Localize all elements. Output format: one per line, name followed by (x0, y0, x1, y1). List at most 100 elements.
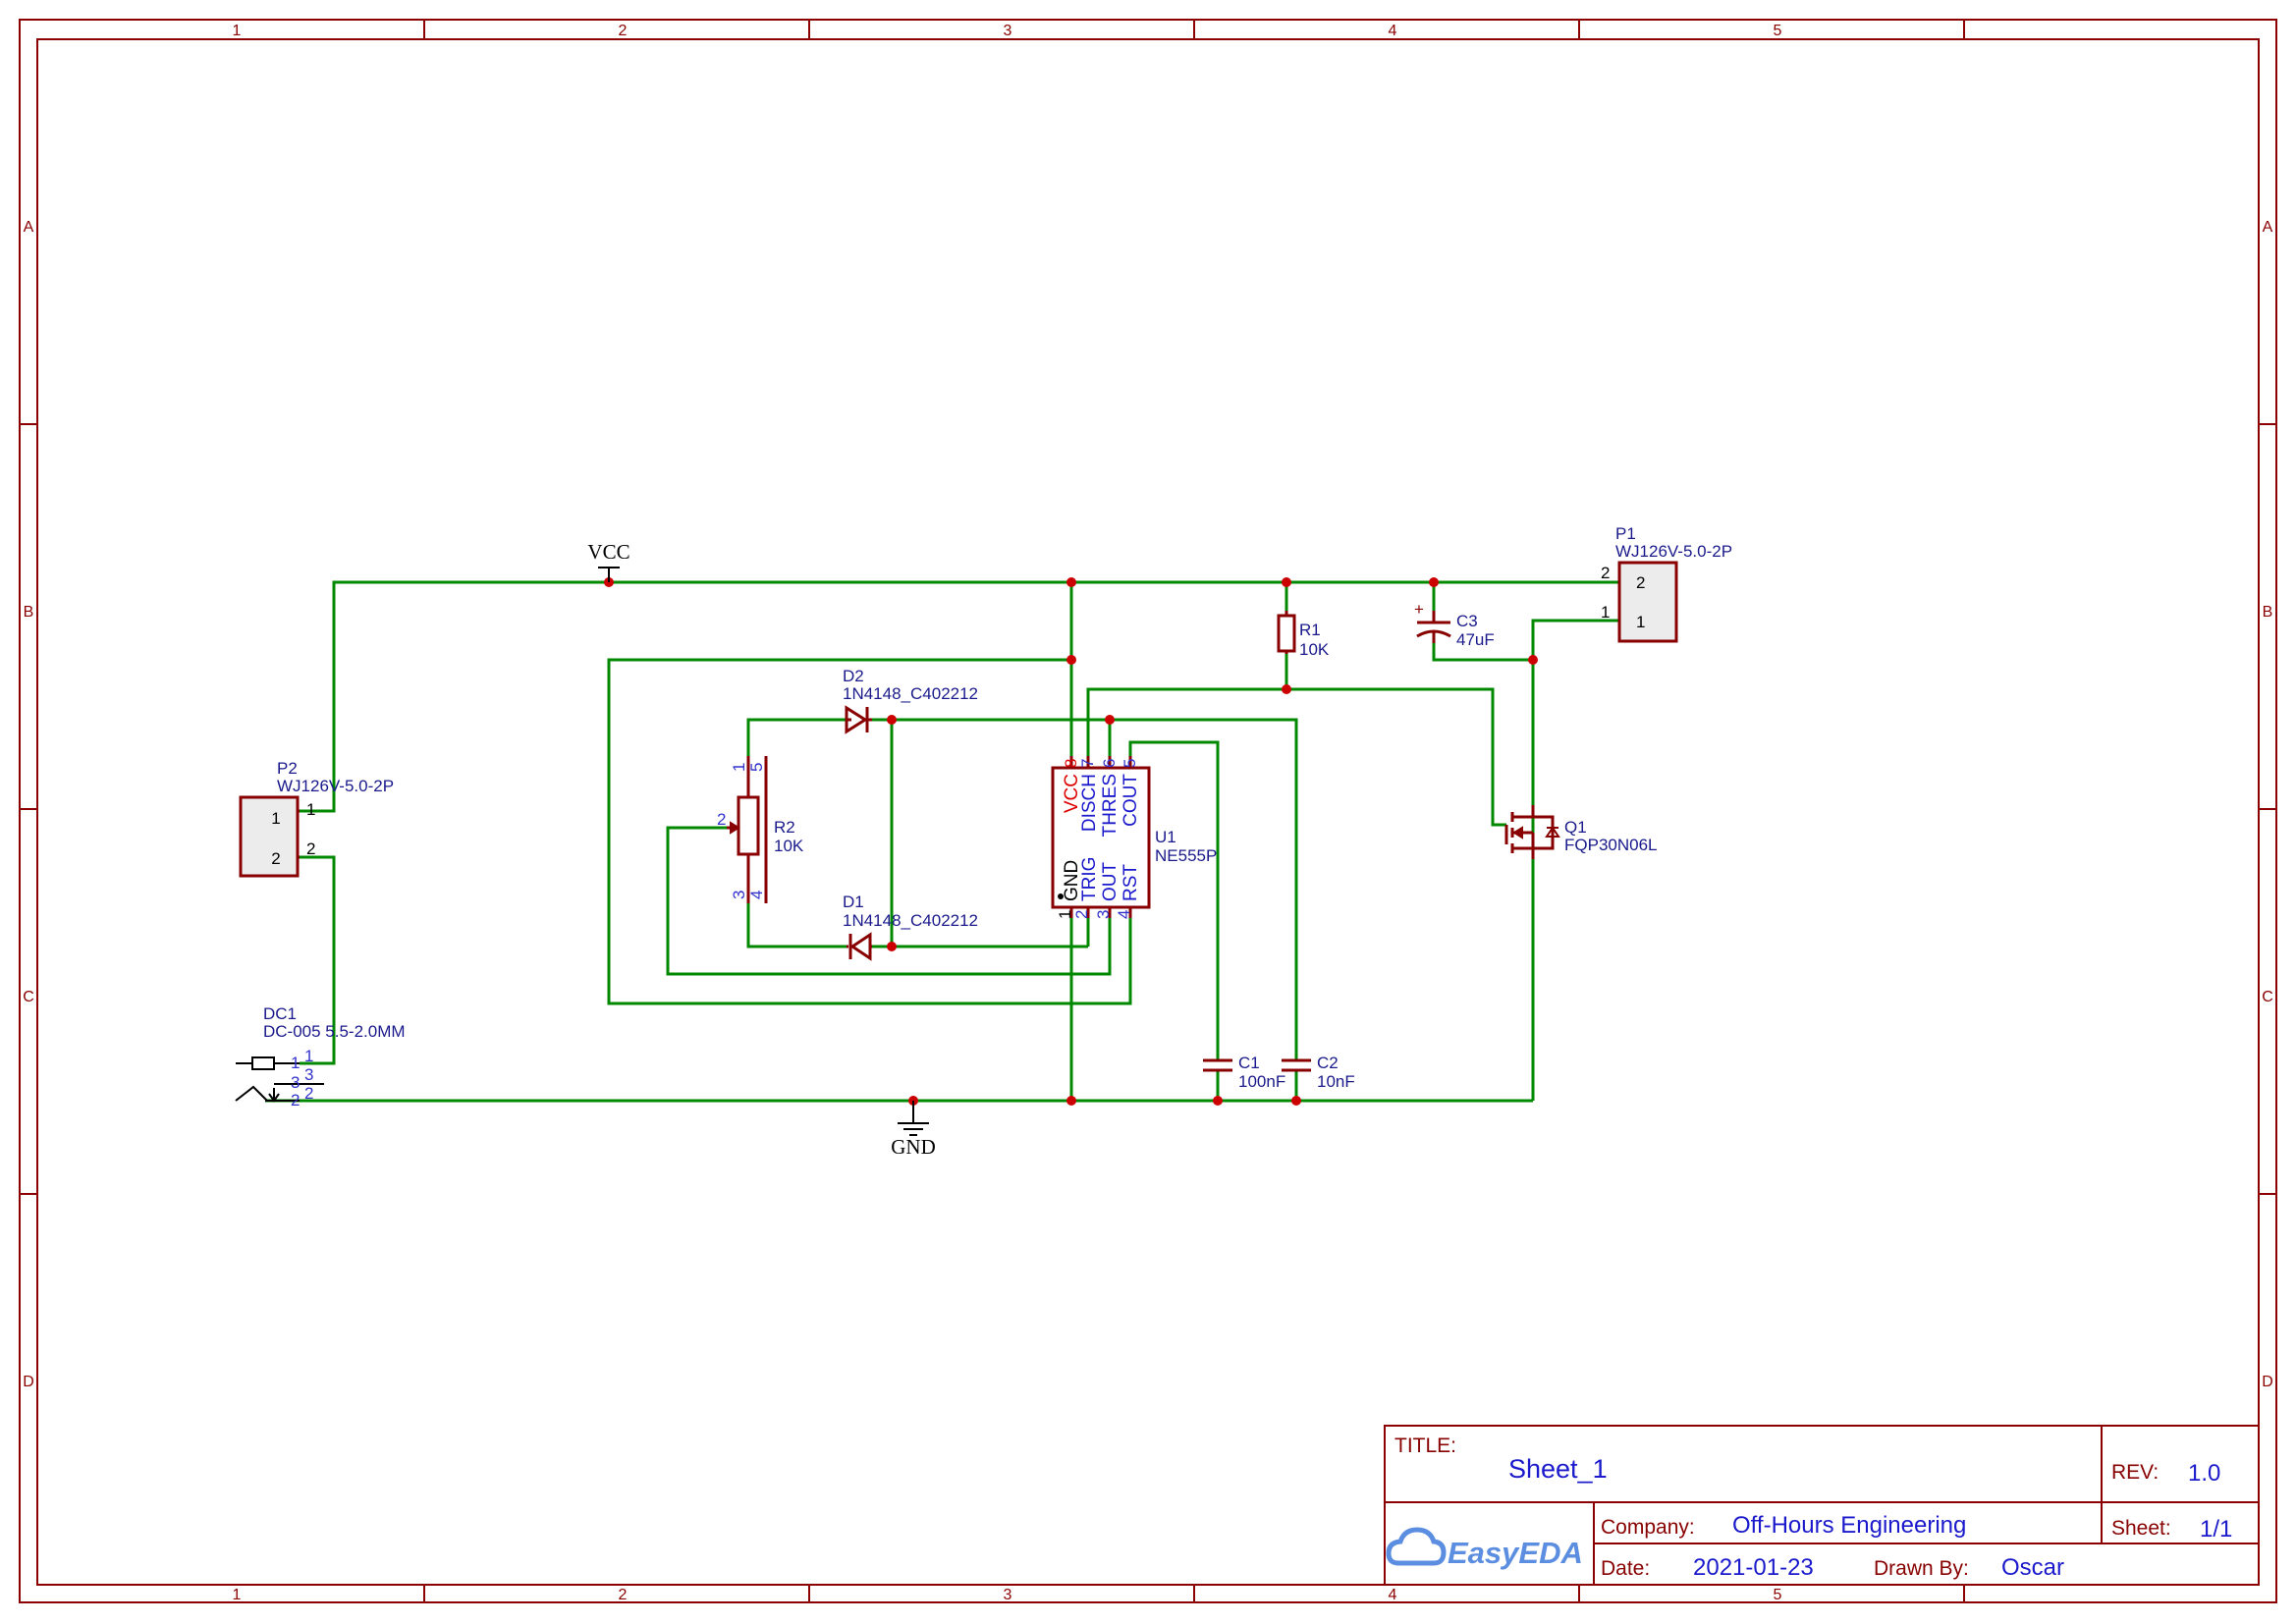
zone-labels-left: A B C D (23, 219, 34, 1390)
c3-value: 47uF (1456, 630, 1495, 649)
zone-row-b-right: B (2263, 604, 2273, 621)
zone-col-3-bottom: 3 (1004, 1587, 1012, 1603)
r2-ref: R2 (774, 818, 795, 837)
p1-pin1-num: 1 (1601, 603, 1610, 622)
vcc-label: VCC (587, 540, 629, 564)
p2-value: WJ126V-5.0-2P (277, 777, 394, 795)
c1-ref: C1 (1238, 1054, 1260, 1072)
p2-pin2-num: 2 (306, 839, 315, 858)
date-value: 2021-01-23 (1693, 1554, 1814, 1581)
rev-label: REV: (2111, 1461, 2159, 1484)
sheet-title: Sheet_1 (1508, 1454, 1608, 1484)
mosfet-q1: Q1 FQP30N06L (1504, 805, 1658, 859)
r2-pin3-num: 3 (730, 891, 748, 899)
zone-row-b-left: B (24, 604, 34, 621)
dc1-value: DC-005 5.5-2.0MM (263, 1022, 406, 1041)
zone-col-5-top: 5 (1774, 23, 1782, 39)
r2-pin4-num: 4 (747, 891, 766, 899)
p1-value: WJ126V-5.0-2P (1615, 542, 1732, 561)
c3-ref: C3 (1456, 612, 1478, 630)
dc1-pin2-name: 2 (291, 1091, 300, 1110)
p2-pin1-name: 1 (271, 809, 280, 828)
r1-ref: R1 (1299, 621, 1321, 639)
capacitor-c1: C1 100nF (1203, 1054, 1285, 1091)
r2-value: 10K (774, 837, 804, 855)
dc1-ref: DC1 (263, 1004, 297, 1023)
gnd-power-symbol: GND (891, 1101, 936, 1159)
zone-col-1-bottom: 1 (233, 1587, 242, 1603)
u1-pin5-num: 5 (1121, 759, 1139, 768)
company-label: Company: (1601, 1516, 1695, 1539)
capacitor-c3: + C3 47uF (1414, 600, 1495, 649)
zone-row-d-right: D (2262, 1374, 2273, 1390)
gnd-label: GND (891, 1135, 936, 1159)
u1-pin4-name: RST (1121, 864, 1141, 901)
dc1-pin3-num: 3 (304, 1065, 313, 1084)
p2-ref: P2 (277, 759, 298, 778)
zone-row-c-left: C (23, 989, 34, 1005)
easyeda-logo-text: EasyEDA (1448, 1536, 1583, 1570)
zone-col-4-top: 4 (1389, 23, 1397, 39)
u1-pin7-num: 7 (1078, 759, 1097, 768)
p1-pin1-name: 1 (1636, 613, 1645, 631)
r2-pin1-num: 1 (730, 763, 748, 772)
resistor-r1: R1 10K (1277, 611, 1330, 659)
zone-row-d-left: D (23, 1374, 34, 1390)
zone-row-a-right: A (2263, 219, 2273, 236)
rev-value: 1.0 (2188, 1460, 2220, 1487)
dc1-pin3-name: 3 (291, 1073, 300, 1092)
title-block: TITLE: Sheet_1 REV: 1.0 Company: Off-Hou… (1384, 1425, 2260, 1586)
zone-col-2-bottom: 2 (619, 1587, 628, 1603)
r2-pin2-num: 2 (717, 810, 726, 829)
dc1-pin1-num: 1 (304, 1047, 313, 1065)
dc-jack-dc1: 1 3 2 1 3 2 DC1 DC-005 5.5-2.0MM (235, 1004, 406, 1110)
u1-ref: U1 (1155, 828, 1176, 846)
capacitor-c2: C2 10nF (1282, 1054, 1355, 1091)
connector-p1: 2 1 2 1 P1 WJ126V-5.0-2P (1601, 524, 1732, 643)
zone-col-5-bottom: 5 (1774, 1587, 1782, 1603)
zone-row-c-right: C (2262, 989, 2273, 1005)
dc1-pin1-name: 1 (291, 1054, 300, 1072)
sheet-label: Sheet: (2111, 1517, 2171, 1540)
c1-value: 100nF (1238, 1072, 1285, 1091)
p1-ref: P1 (1615, 524, 1636, 543)
zone-labels-right: A B C D (2262, 219, 2273, 1390)
u1-pin2-name: TRIG (1079, 857, 1100, 901)
schematic-sheet: 1 2 3 4 5 1 2 3 4 5 A B C D A B C D VCC … (19, 19, 2277, 1603)
u1-value: NE555P (1155, 846, 1217, 865)
c2-ref: C2 (1317, 1054, 1339, 1072)
u1-pin3-num: 3 (1094, 910, 1113, 919)
zone-col-1-top: 1 (233, 23, 242, 39)
q1-ref: Q1 (1564, 818, 1587, 837)
diode-d1: D1 1N4148_C402212 (843, 893, 978, 961)
sheet-value: 1/1 (2200, 1516, 2232, 1543)
d2-value: 1N4148_C402212 (843, 684, 978, 703)
p1-pin2-num: 2 (1601, 564, 1610, 582)
zone-col-4-bottom: 4 (1389, 1587, 1397, 1603)
c3-polarity: + (1414, 600, 1424, 619)
r2-pin5-num: 5 (747, 763, 766, 772)
potentiometer-r2: 1 5 2 3 4 R2 10K (717, 756, 804, 903)
title-label: TITLE: (1394, 1435, 1456, 1457)
zone-col-3-top: 3 (1004, 23, 1012, 39)
zone-row-a-left: A (24, 219, 34, 236)
cloud-icon (1386, 1527, 1447, 1566)
zone-labels-top: 1 2 3 4 5 (233, 23, 1782, 39)
u1-pin4-num: 4 (1115, 910, 1133, 919)
c2-value: 10nF (1317, 1072, 1355, 1091)
p2-pin2-name: 2 (271, 849, 280, 868)
easyeda-logo: EasyEDA (1386, 1527, 1583, 1570)
dc1-pin2-num: 2 (304, 1084, 313, 1103)
u1-pin2-num: 2 (1072, 910, 1091, 919)
u1-pin3-name: OUT (1100, 862, 1121, 902)
d1-ref: D1 (843, 893, 864, 911)
zone-labels-bottom: 1 2 3 4 5 (233, 1587, 1782, 1603)
wires (265, 580, 1619, 1103)
date-label: Date: (1601, 1557, 1650, 1580)
q1-value: FQP30N06L (1564, 836, 1658, 854)
u1-pin5-name: COUT (1121, 774, 1141, 827)
zone-col-2-top: 2 (619, 23, 628, 39)
drawn-by-label: Drawn By: (1874, 1557, 1969, 1580)
r1-value: 10K (1299, 640, 1330, 659)
timer-ic-u1: 8 7 6 5 VCC DISCH THRES COUT GND TRIG OU… (1051, 756, 1217, 919)
